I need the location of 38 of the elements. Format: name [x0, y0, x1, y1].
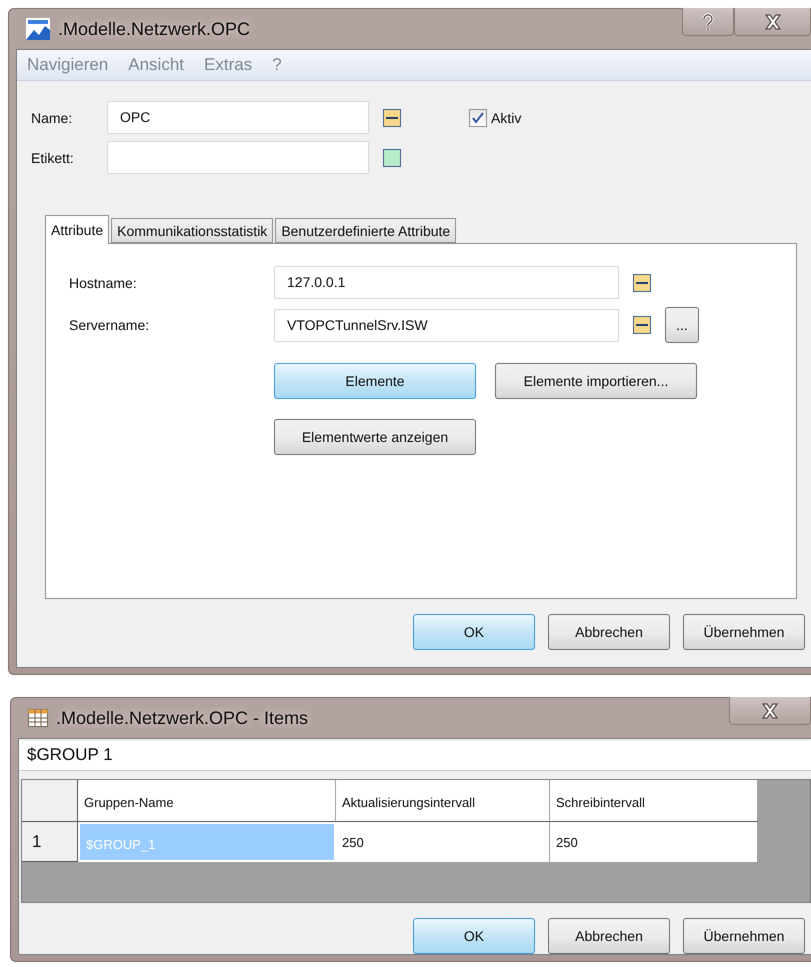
table-icon [28, 709, 48, 727]
network-icon [26, 18, 50, 40]
dialog-button[interactable]: Übernehmen [683, 918, 805, 954]
action-button[interactable]: Elemente importieren... [495, 363, 697, 399]
input-field[interactable]: 127.0.0.1 [274, 266, 619, 299]
tab[interactable]: Attribute [45, 215, 110, 244]
grid-corner [22, 780, 78, 822]
active-checkbox[interactable] [469, 108, 487, 126]
row-header[interactable]: 1 [22, 822, 78, 862]
dialog-button[interactable]: Abbrechen [548, 918, 670, 954]
field-label: Hostname: [69, 274, 138, 290]
field-label: Servername: [69, 317, 150, 333]
tab[interactable]: Benutzerdefinierte Attribute [275, 218, 456, 243]
column-header[interactable]: Gruppen-Name [78, 780, 336, 822]
action-button[interactable]: Elementwerte anzeigen [274, 419, 476, 455]
browse-button[interactable]: ... [665, 307, 699, 343]
dialog-button[interactable]: Abbrechen [548, 614, 670, 650]
field-label: Etikett: [31, 150, 75, 166]
input-field[interactable] [107, 141, 369, 174]
action-button[interactable]: Elemente [274, 363, 476, 399]
input-field[interactable]: VTOPCTunnelSrv.ISW [274, 308, 619, 342]
table-cell[interactable]: 250 [550, 822, 758, 862]
close-icon [760, 702, 780, 718]
path-field: $GROUP 1 [19, 741, 811, 771]
input-field[interactable]: OPC [107, 101, 369, 134]
table-cell[interactable]: 250 [336, 822, 550, 862]
dialog-button[interactable]: OK [413, 918, 535, 954]
column-header[interactable]: Aktualisierungsintervall [336, 780, 550, 822]
dialog-button[interactable]: Übernehmen [683, 614, 805, 650]
dialog-button[interactable]: OK [413, 614, 535, 650]
window-title: .Modelle.Netzwerk.OPC [58, 18, 250, 40]
field-label: Name: [31, 110, 74, 126]
column-header[interactable]: Schreibintervall [550, 780, 758, 822]
window-title: .Modelle.Netzwerk.OPC - Items [56, 708, 308, 728]
tab[interactable]: Kommunikationsstatistik [111, 218, 274, 243]
checkbox-label: Aktiv [491, 110, 522, 126]
help-icon[interactable] [701, 12, 715, 30]
close-icon [762, 14, 782, 30]
